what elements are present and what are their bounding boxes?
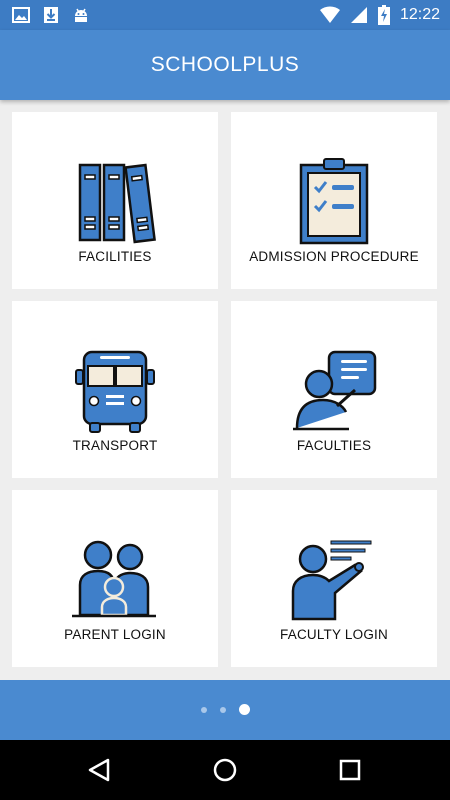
- page-indicator: [0, 704, 450, 715]
- battery-charging-icon: [377, 5, 390, 25]
- image-icon: [12, 7, 30, 23]
- tile-faculty-login[interactable]: FACULTY LOGIN: [231, 490, 437, 667]
- tile-faculties[interactable]: FACULTIES: [231, 301, 437, 478]
- status-time: 12:22: [399, 6, 440, 23]
- pager-bar: [0, 680, 450, 740]
- wifi-icon: [319, 6, 340, 24]
- tile-label: TRANSPORT: [72, 438, 158, 453]
- download-icon: [44, 7, 58, 23]
- tile-label: PARENT LOGIN: [64, 627, 166, 642]
- page-dot-active[interactable]: [238, 704, 250, 715]
- back-icon[interactable]: [85, 755, 115, 785]
- tile-admission-procedure[interactable]: ADMISSION PROCEDURE: [231, 112, 437, 289]
- family-icon: [72, 540, 156, 618]
- app-title: SCHOOLPLUS: [150, 53, 300, 76]
- teacher-speech-icon: [293, 350, 377, 431]
- clipboard-checklist-icon: [299, 158, 369, 245]
- app-bar: SCHOOLPLUS: [0, 30, 450, 100]
- tile-label: FACULTY LOGIN: [280, 627, 388, 642]
- page-dot[interactable]: [219, 706, 226, 713]
- menu-grid: FACILITIES ADMISSION PROCEDURE TRANSPORT…: [0, 100, 450, 680]
- tile-transport[interactable]: TRANSPORT: [12, 301, 218, 478]
- tile-label: ADMISSION PROCEDURE: [249, 249, 419, 264]
- lecturer-icon: [291, 540, 372, 621]
- tile-parent-login[interactable]: PARENT LOGIN: [12, 490, 218, 667]
- page-dot[interactable]: [200, 706, 207, 713]
- navigation-bar: [0, 740, 450, 800]
- android-icon: [75, 8, 87, 22]
- recents-icon[interactable]: [335, 755, 365, 785]
- tile-label: FACULTIES: [296, 438, 372, 453]
- status-bar: 12:22: [0, 0, 450, 30]
- tile-facilities[interactable]: FACILITIES: [12, 112, 218, 289]
- bus-icon: [75, 350, 155, 433]
- home-icon[interactable]: [210, 755, 240, 785]
- tile-label: FACILITIES: [78, 249, 152, 264]
- signal-icon: [350, 7, 367, 23]
- books-icon: [78, 163, 156, 244]
